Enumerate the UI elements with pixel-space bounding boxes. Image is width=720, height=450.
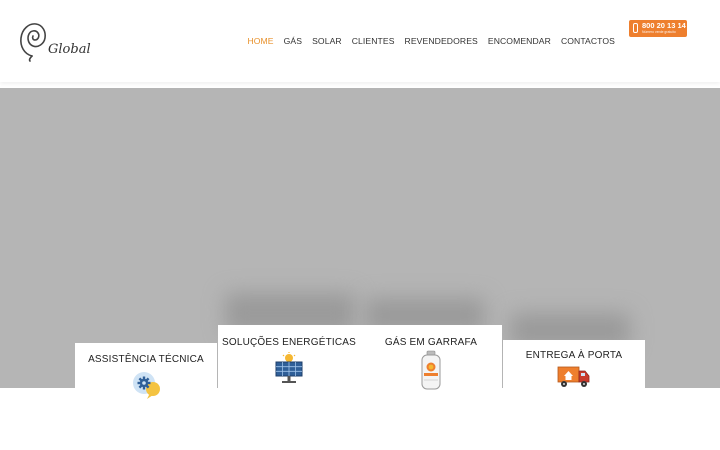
- logo[interactable]: Global: [18, 20, 98, 64]
- support-chat-gear-icon: [133, 372, 160, 399]
- nav-item-contactos[interactable]: CONTACTOS: [556, 36, 620, 46]
- service-card-title: ASSISTÊNCIA TÉCNICA: [88, 354, 204, 365]
- main-nav: HOME GÁS SOLAR CLIENTES REVENDEDORES ENC…: [242, 36, 620, 46]
- solar-panel-icon: [275, 352, 303, 383]
- nav-item-revendedores[interactable]: REVENDEDORES: [400, 36, 483, 46]
- spiral-logo-icon: [20, 23, 46, 62]
- service-card-solucoes[interactable]: SOLUÇÕES ENERGÉTICAS: [218, 325, 360, 388]
- service-card-title: GÁS EM GARRAFA: [384, 337, 478, 348]
- service-card-assistencia[interactable]: ASSISTÊNCIA TÉCNICA: [75, 343, 217, 403]
- nav-item-home[interactable]: HOME: [242, 36, 278, 46]
- gas-bottle-icon: [421, 350, 441, 390]
- phone-subtitle: Número verde gratuito: [642, 30, 676, 34]
- service-card-title: SOLUÇÕES ENERGÉTICAS: [221, 337, 357, 348]
- service-card-title: ENTREGA À PORTA: [525, 350, 623, 361]
- site-header: Global HOME GÁS SOLAR CLIENTES REVENDEDO…: [0, 0, 720, 82]
- service-card-gas[interactable]: GÁS EM GARRAFA: [360, 325, 502, 390]
- nav-item-solar[interactable]: SOLAR: [307, 36, 347, 46]
- nav-item-clientes[interactable]: CLIENTES: [347, 36, 400, 46]
- phone-number: 800 20 13 14: [642, 21, 686, 30]
- nav-item-encomendar[interactable]: ENCOMENDAR: [483, 36, 556, 46]
- logo-text: Global: [48, 42, 91, 57]
- phone-badge[interactable]: 800 20 13 14 Número verde gratuito: [629, 20, 687, 37]
- service-card-entrega[interactable]: ENTREGA À PORTA: [503, 340, 645, 388]
- nav-item-gas[interactable]: GÁS: [279, 36, 307, 46]
- delivery-truck-icon: [557, 366, 590, 387]
- phone-icon: [633, 23, 638, 33]
